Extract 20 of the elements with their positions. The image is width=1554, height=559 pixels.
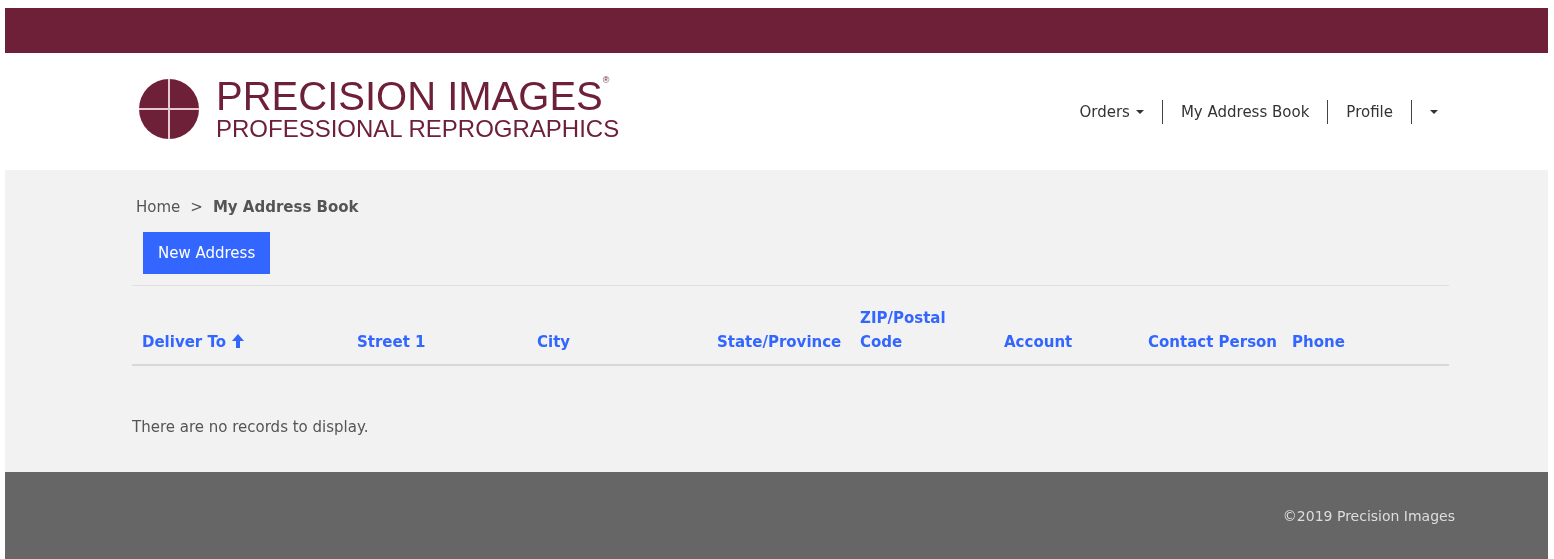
column-header[interactable]: ZIP/Postal Code bbox=[860, 306, 990, 354]
column-header[interactable]: Phone bbox=[1292, 330, 1345, 354]
logo-title: PRECISION IMAGES$^{®}$ bbox=[216, 76, 611, 116]
column-header[interactable]: Street 1 bbox=[357, 330, 426, 354]
breadcrumb-current: My Address Book bbox=[212, 198, 359, 216]
logo-subtitle: PROFESSIONAL REPROGRAPHICS bbox=[216, 117, 620, 141]
breadcrumb-link[interactable]: Home bbox=[136, 198, 181, 216]
nav-link[interactable]: My Address Book bbox=[1168, 102, 1322, 121]
logo-circle-icon bbox=[138, 77, 200, 140]
nav-link[interactable]: Profile bbox=[1334, 102, 1405, 121]
breadcrumb-separator: > bbox=[190, 198, 203, 216]
column-header[interactable]: State/Province bbox=[717, 330, 842, 354]
copyright-text: ©2019 Precision Images bbox=[1282, 507, 1455, 524]
column-header[interactable]: Account bbox=[1004, 330, 1073, 354]
nav-link[interactable]: Orders bbox=[1067, 102, 1156, 121]
column-header[interactable]: Contact Person bbox=[1148, 330, 1278, 354]
new-address-button[interactable]: New Address bbox=[143, 232, 271, 274]
column-header[interactable]: Deliver To bbox=[142, 330, 227, 354]
empty-message: There are no records to display. bbox=[132, 418, 370, 436]
column-header[interactable]: City bbox=[537, 330, 571, 354]
